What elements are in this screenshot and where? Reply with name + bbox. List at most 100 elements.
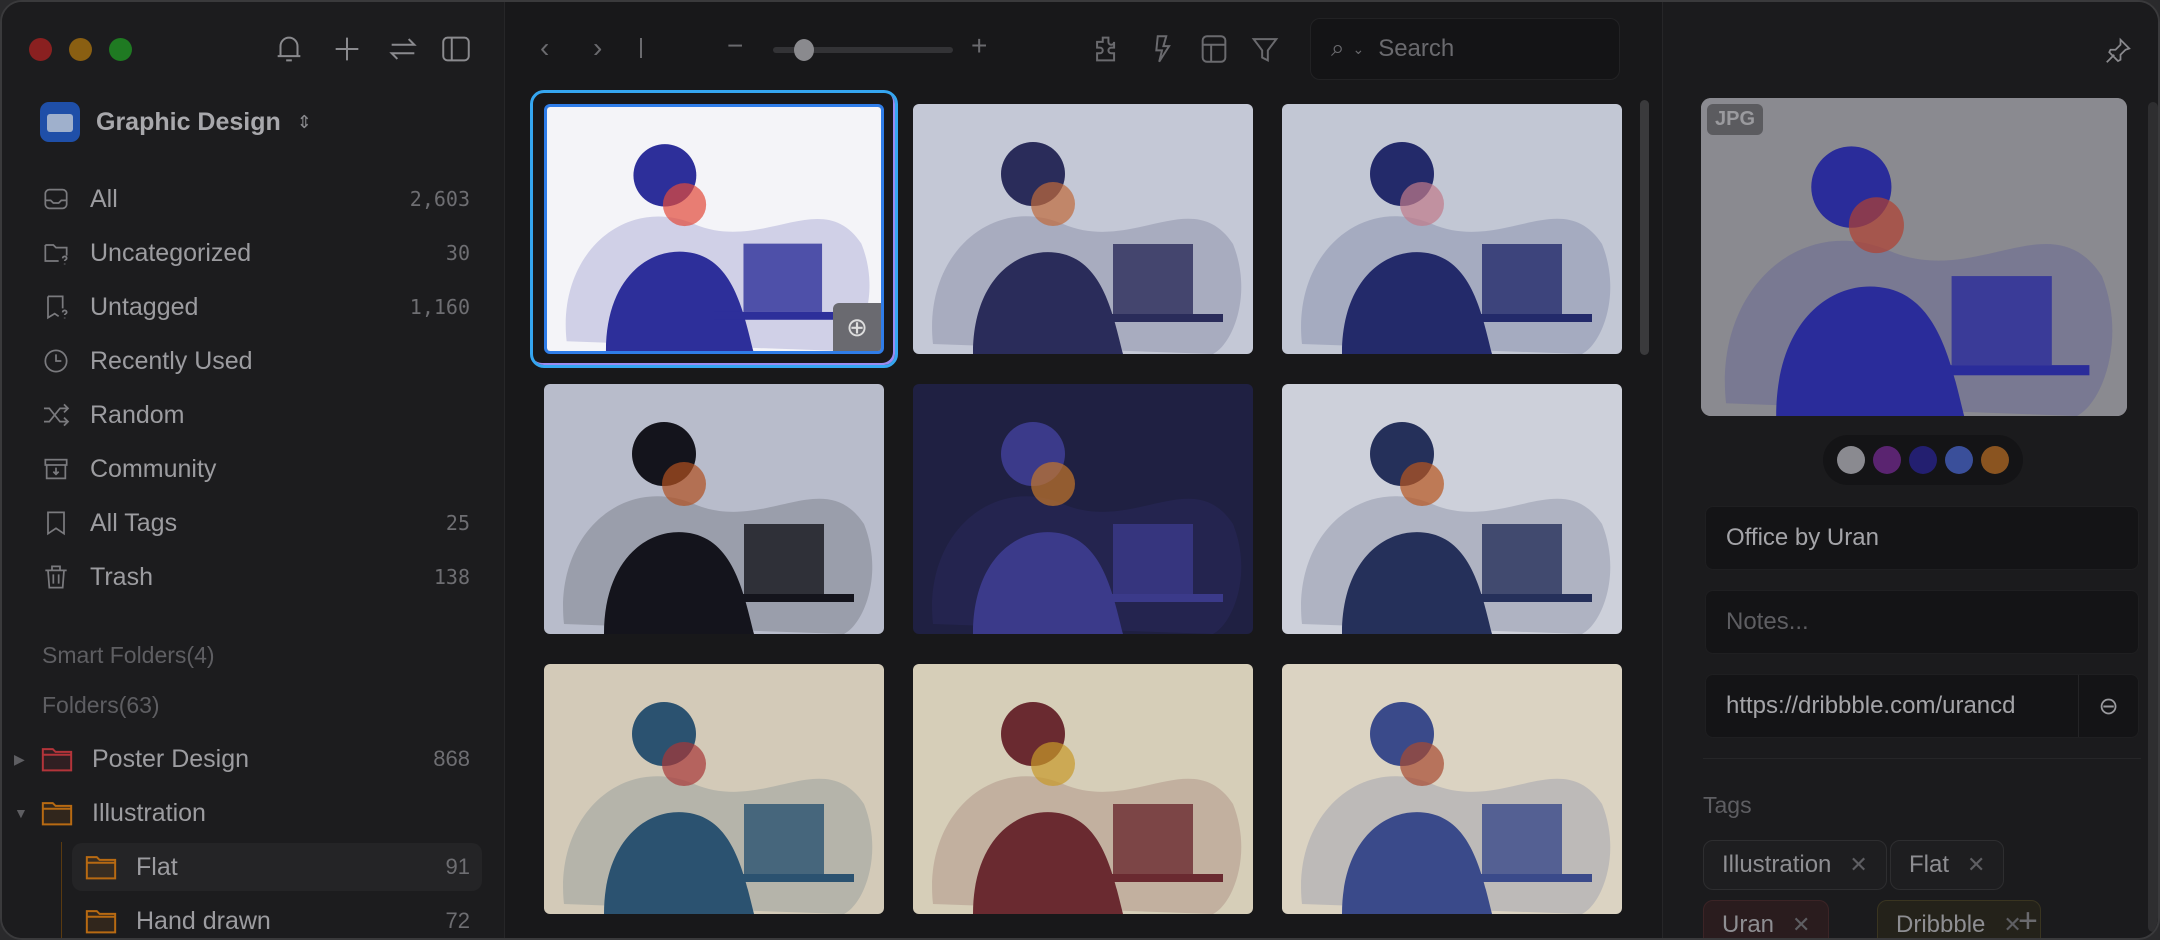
zoom-slider[interactable] (773, 39, 953, 61)
sidebar-item-count: 2,603 (409, 187, 470, 211)
folder-label: Illustration (92, 798, 206, 827)
sidebar-item-label: Random (90, 400, 185, 429)
minimize-window-button[interactable] (69, 38, 92, 61)
sidebar-item-random[interactable]: Random (40, 391, 470, 439)
thumbnail-item[interactable] (544, 384, 884, 634)
sidebar-item-untagged[interactable]: Untagged 1,160 (40, 283, 470, 331)
sidebar-item-label: All Tags (90, 508, 178, 537)
folder-count: 91 (445, 854, 470, 879)
inbox-icon (44, 188, 68, 210)
sidebar-item-label: Untagged (90, 292, 199, 321)
color-palette (1823, 435, 2023, 485)
sidebar-item-trash[interactable]: Trash 138 (40, 553, 470, 601)
grid-scrollbar[interactable] (1640, 100, 1649, 355)
name-field[interactable]: Office by Uran (1705, 506, 2139, 570)
tags-label: Tags (1703, 792, 1752, 818)
tag-chip[interactable]: Flat ✕ (1890, 840, 2005, 890)
lightning-icon[interactable] (1145, 32, 1179, 66)
zoom-slider-handle[interactable] (794, 39, 814, 61)
sidebar-item-all-tags[interactable]: All Tags 25 (40, 499, 470, 547)
trash-icon (45, 565, 67, 589)
chevron-down-icon[interactable]: ⌄ (1352, 41, 1364, 58)
folders-header[interactable]: Folders(63) (42, 692, 160, 719)
zoom-preview-icon[interactable]: ⊕ (833, 303, 881, 351)
extension-icon[interactable] (1090, 32, 1124, 66)
palette-swatch[interactable] (1945, 446, 1973, 474)
thumbnail-item[interactable] (1282, 104, 1622, 354)
layout-icon[interactable] (1197, 32, 1231, 66)
app-window: Graphic Design ⇕ All 2,603 Uncategorized 30… (0, 0, 2160, 940)
sidebar-item-count: 138 (433, 565, 470, 589)
library-icon (40, 102, 80, 142)
disclosure-open-icon[interactable]: ▼ (14, 805, 28, 821)
divider (640, 38, 642, 58)
add-tag-button[interactable]: + (2018, 902, 2038, 938)
clock-icon (44, 349, 68, 373)
tag-label: Dribbble (1896, 911, 1986, 938)
tag-chip[interactable]: Dribbble ✕ (1877, 900, 2041, 938)
search-icon: ⌕ (1331, 35, 1345, 62)
thumbnail-item[interactable] (544, 664, 884, 914)
close-window-button[interactable] (29, 38, 52, 61)
folder-illustration[interactable]: ▼ Illustration (14, 789, 470, 837)
tag-label: Flat (1909, 851, 1950, 878)
palette-swatch[interactable] (1873, 446, 1901, 474)
link-icon[interactable]: ⊖ (2078, 675, 2138, 737)
palette-swatch[interactable] (1837, 446, 1865, 474)
maximize-window-button[interactable] (109, 38, 132, 61)
palette-swatch[interactable] (1909, 446, 1937, 474)
inspector-scrollbar[interactable] (2148, 102, 2158, 932)
sidebar-item-label: Trash (90, 562, 153, 591)
tag-chip[interactable]: Uran ✕ (1703, 900, 1830, 938)
sidebar-item-community[interactable]: Community (40, 445, 470, 493)
thumbnail-item[interactable] (1282, 384, 1622, 634)
tag-label: Uran (1722, 911, 1775, 938)
shuffle-icon (44, 403, 70, 427)
bell-icon[interactable] (272, 32, 306, 66)
thumbnail-item[interactable] (913, 664, 1253, 914)
url-field[interactable]: https://dribbble.com/urancd ⊖ (1705, 674, 2139, 738)
folder-flat[interactable]: Flat 91 (72, 843, 482, 891)
image-preview[interactable]: JPG (1701, 98, 2127, 416)
sidebar-item-recently-used[interactable]: Recently Used (40, 337, 470, 385)
archive-icon (44, 458, 68, 480)
inspector-panel: JPG Office by Uran Notes... https://drib… (1662, 2, 2158, 938)
smart-folders-header[interactable]: Smart Folders(4) (42, 642, 215, 669)
sidebar-item-all[interactable]: All 2,603 (40, 175, 470, 223)
format-badge: JPG (1707, 104, 1764, 135)
plus-icon[interactable] (330, 32, 364, 66)
folder-icon (41, 748, 73, 772)
sidebar-item-label: Recently Used (90, 346, 253, 375)
name-value: Office by Uran (1726, 524, 1879, 551)
swap-icon[interactable] (386, 32, 420, 66)
thumbnail-item[interactable] (1282, 664, 1622, 914)
forward-button[interactable]: › (593, 32, 602, 64)
sidebar-item-uncategorized[interactable]: Uncategorized 30 (40, 229, 470, 277)
bookmark-icon (47, 511, 65, 536)
zoom-in-button[interactable]: + (971, 30, 987, 62)
back-button[interactable]: ‹ (540, 32, 549, 64)
thumbnail-item[interactable] (913, 104, 1253, 354)
tag-chip[interactable]: Illustration ✕ (1703, 840, 1887, 890)
palette-swatch[interactable] (1981, 446, 2009, 474)
remove-tag-icon[interactable]: ✕ (1967, 852, 1985, 878)
thumbnail-item[interactable] (913, 384, 1253, 634)
tree-guide-line (61, 842, 62, 938)
notes-field[interactable]: Notes... (1705, 590, 2139, 654)
search-input[interactable]: ⌕ ⌄ Search (1310, 18, 1620, 80)
library-switcher[interactable]: Graphic Design ⇕ (40, 102, 312, 142)
folder-label: Hand drawn (136, 906, 271, 935)
remove-tag-icon[interactable]: ✕ (1849, 852, 1867, 878)
pin-icon[interactable] (2103, 36, 2133, 66)
sidebar-toggle-icon[interactable] (439, 32, 473, 66)
zoom-out-button[interactable]: − (727, 30, 743, 62)
thumbnail-item[interactable]: ⊕ (544, 104, 884, 354)
folder-poster-design[interactable]: ▶ Poster Design 868 (14, 735, 470, 783)
remove-tag-icon[interactable]: ✕ (1792, 912, 1810, 938)
disclosure-closed-icon[interactable]: ▶ (14, 751, 25, 768)
folder-label: Flat (136, 852, 178, 881)
folder-hand-drawn[interactable]: Hand drawn 72 (72, 897, 482, 938)
filter-icon[interactable] (1248, 32, 1282, 66)
sidebar-item-count: 30 (445, 241, 470, 265)
sidebar-item-count: 1,160 (409, 295, 470, 319)
